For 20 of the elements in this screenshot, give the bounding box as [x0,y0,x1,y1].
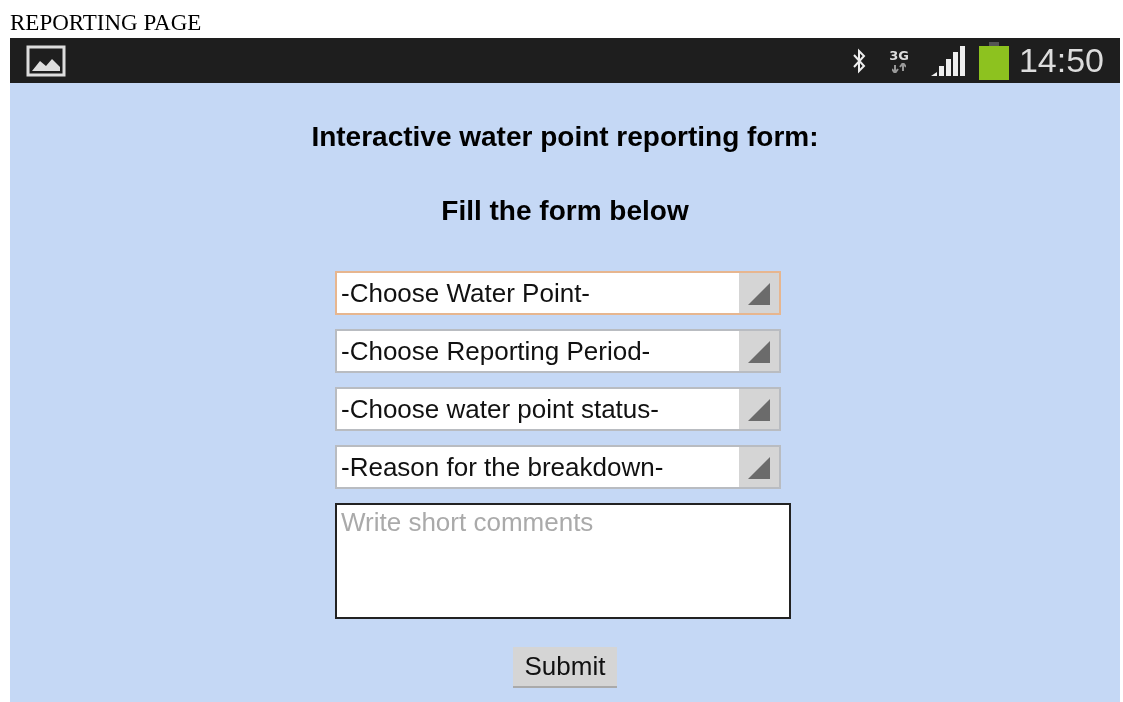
dropdown-arrow-icon [748,399,770,421]
comments-field[interactable]: Write short comments [335,503,791,619]
battery-icon [978,41,1009,80]
submit-button[interactable]: Submit [512,647,618,688]
form-title: Interactive water point reporting form: [311,121,819,153]
dropdown-arrow-icon [748,341,770,363]
bluetooth-icon [851,46,868,75]
dropdown[interactable]: -Reason for the breakdown- [335,445,781,489]
dropdown[interactable]: -Choose water point status- [335,387,781,431]
dropdown-arrow-icon [748,457,770,479]
dropdown-arrow-icon [748,283,770,305]
signal-icon [930,45,965,76]
picture-notification-icon [26,44,66,77]
page-caption: REPORTING PAGE [9,9,202,37]
data-arrows-icon [892,62,907,73]
network-type: 3G [889,48,909,62]
form-subtitle: Fill the form below [441,195,689,227]
clock-time: 14:50 [1018,41,1104,80]
dropdown[interactable]: -Choose Reporting Period- [335,329,781,373]
dropdown[interactable]: -Choose Water Point- [335,271,781,315]
